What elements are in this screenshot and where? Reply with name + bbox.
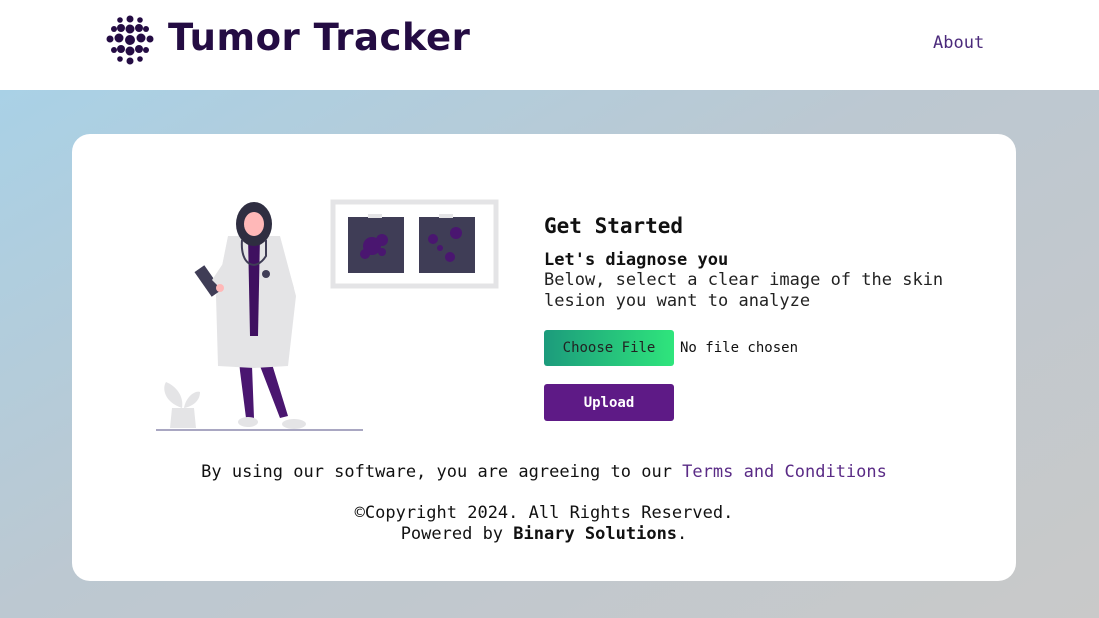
file-input-row: Choose File No file chosen xyxy=(544,330,984,366)
file-status-text: No file chosen xyxy=(680,340,799,356)
doctor-illustration xyxy=(156,199,499,431)
upload-form: Get Started Let's diagnose you Below, se… xyxy=(544,214,984,421)
copyright-text: ©Copyright 2024. All Rights Reserved. xyxy=(354,503,734,523)
terms-link[interactable]: Terms and Conditions xyxy=(682,462,887,482)
upload-button[interactable]: Upload xyxy=(544,384,674,421)
form-title: Get Started xyxy=(544,214,684,238)
brand-title: Tumor Tracker xyxy=(168,16,471,59)
terms-prefix: By using our software, you are agreeing … xyxy=(201,462,683,482)
upload-card: Get Started Let's diagnose you Below, se… xyxy=(72,134,1016,581)
choose-file-button[interactable]: Choose File xyxy=(544,330,674,366)
terms-notice: By using our software, you are agreeing … xyxy=(72,462,1016,482)
cell-cluster-logo-icon xyxy=(106,15,154,65)
powered-prefix: Powered by xyxy=(400,524,514,544)
header: Tumor Tracker About xyxy=(0,0,1099,90)
about-link[interactable]: About xyxy=(933,33,984,53)
powered-suffix: . xyxy=(677,524,688,544)
powered-by: Powered by Binary Solutions. xyxy=(72,524,1016,545)
copyright-block: ©Copyright 2024. All Rights Reserved. Po… xyxy=(72,503,1016,545)
form-subtitle: Let's diagnose you xyxy=(544,250,729,270)
form-description: Below, select a clear image of the skin … xyxy=(544,270,944,311)
company-name: Binary Solutions xyxy=(513,524,678,544)
